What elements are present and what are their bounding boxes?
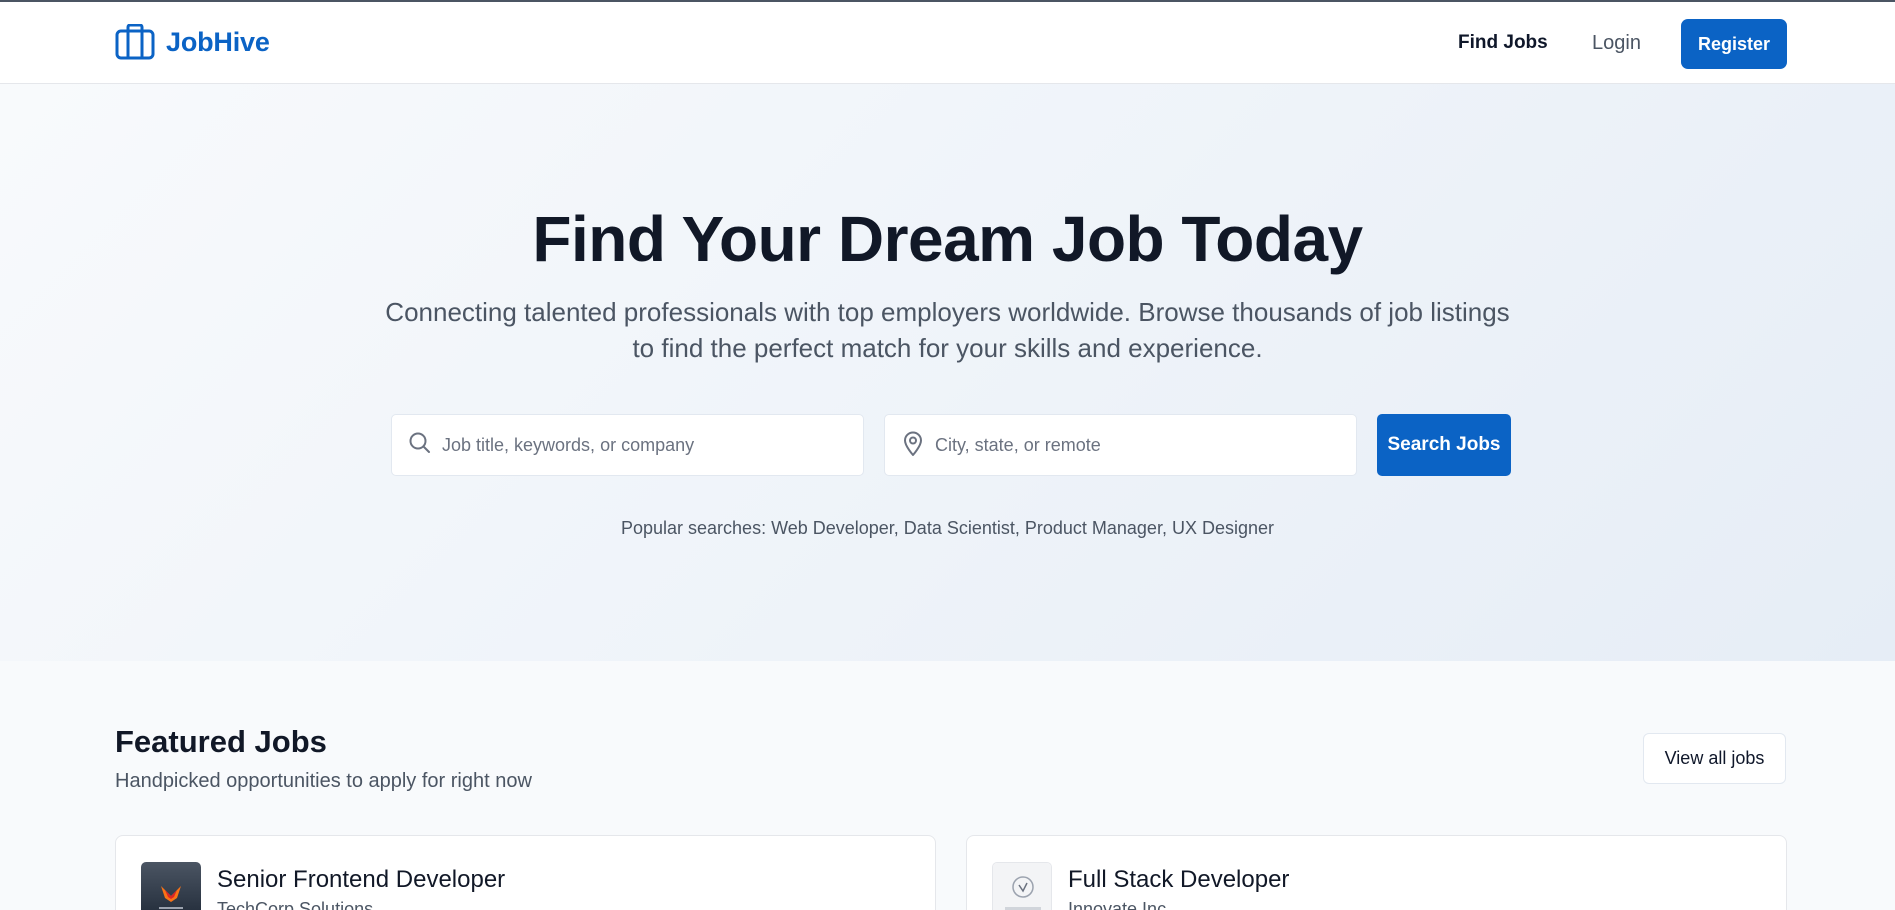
brand-logo[interactable]: JobHive (115, 24, 270, 60)
location-search-field (884, 414, 1357, 476)
location-input[interactable] (885, 415, 1356, 475)
popular-searches: Popular searches: Web Developer, Data Sc… (620, 518, 1274, 538)
search-icon (409, 432, 430, 453)
company-logo-icon (141, 862, 201, 910)
site-header: JobHive Find Jobs Login Register (0, 2, 1895, 84)
company-logo-icon (992, 862, 1052, 910)
hero-title: Find Your Dream Job Today (532, 203, 1363, 275)
nav-login-link[interactable]: Login (1592, 32, 1641, 55)
nav-find-jobs-link[interactable]: Find Jobs (1458, 32, 1548, 54)
register-button[interactable]: Register (1681, 19, 1787, 69)
map-pin-icon (904, 431, 922, 456)
hero-section: Find Your Dream Job Today Connecting tal… (0, 84, 1895, 661)
search-jobs-button[interactable]: Search Jobs (1377, 414, 1511, 476)
job-card[interactable]: Full Stack Developer Innovate Inc (966, 835, 1787, 910)
brand-name: JobHive (166, 26, 270, 57)
job-card[interactable]: Senior Frontend Developer TechCorp Solut… (115, 835, 936, 910)
hero-subtitle: Connecting talented professionals with t… (385, 297, 1510, 363)
job-title: Senior Frontend Developer (217, 866, 506, 893)
featured-jobs-subtitle: Handpicked opportunities to apply for ri… (115, 770, 532, 792)
view-all-jobs-button[interactable]: View all jobs (1643, 733, 1786, 784)
job-title: Full Stack Developer (1068, 866, 1290, 893)
job-company: Innovate Inc (1068, 899, 1167, 910)
briefcase-icon (115, 24, 155, 60)
job-company: TechCorp Solutions (217, 899, 374, 910)
job-search-field (391, 414, 864, 476)
featured-jobs-title: Featured Jobs (115, 724, 327, 759)
job-keyword-input[interactable] (392, 415, 863, 475)
